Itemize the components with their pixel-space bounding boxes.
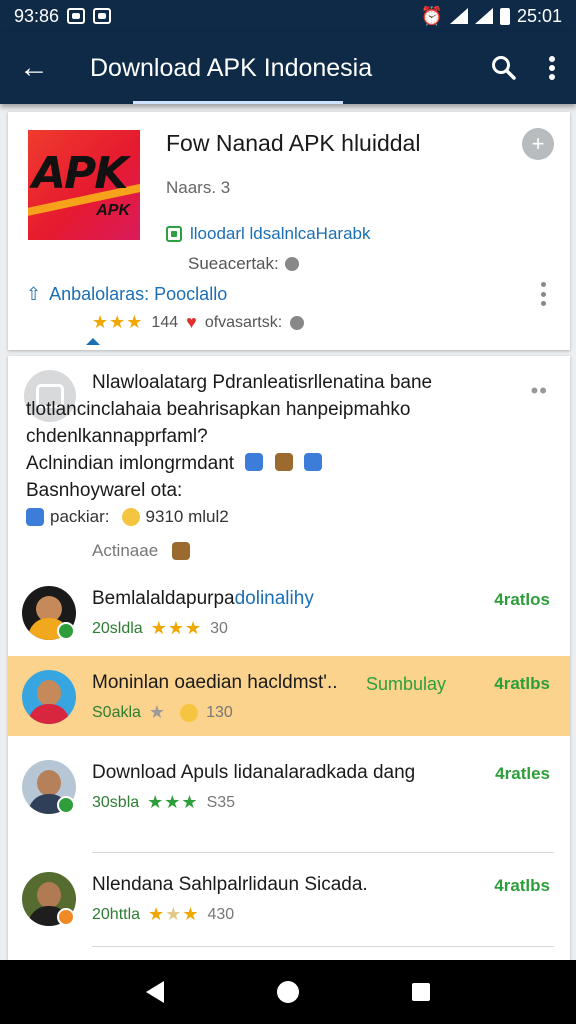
comments-card: •• Nlawloalatarg Pdranleatisrllenatina b… <box>8 356 570 960</box>
status-label: 4ratlbs <box>494 674 550 693</box>
list-item[interactable]: Bemlalaldapurpadolinalihy 20sldla ★★★ 30… <box>8 572 570 652</box>
alarm-icon: ⏰ <box>420 5 443 26</box>
more-vert-icon[interactable] <box>528 32 576 104</box>
list-item[interactable]: Download Apuls lidanalaradkada dang 30sb… <box>8 746 570 826</box>
app-subtitle: Sueacertak: <box>188 254 299 274</box>
smiley-icon <box>180 703 199 722</box>
check-icon <box>166 226 182 242</box>
status-label: 4ratles <box>495 764 550 783</box>
app-card: APK APK Fow Nanad APK hluiddal Naars. 3 … <box>8 112 570 350</box>
post-line-1: Nlawloalatarg Pdranleatisrllenatina bane <box>92 372 433 393</box>
star-icon: ★ <box>148 702 167 722</box>
emoji-icon <box>26 508 44 526</box>
add-favorite-button[interactable]: + <box>522 128 554 160</box>
page-title: Download APK Indonesia <box>90 53 373 82</box>
status-bar: 93:86 ⏰ 25:01 <box>0 0 576 32</box>
back-arrow-icon[interactable]: ← <box>0 32 68 104</box>
star-icon: ★★★ <box>150 618 203 638</box>
star-icon: ★★★ <box>147 792 199 812</box>
verified-link[interactable]: lloodarl ldsalnlcaHarabk <box>166 224 370 244</box>
category-link[interactable]: ⇧ Anbalolaras: Pooclallo <box>26 284 227 305</box>
app-rating: ★★★ 144 ♥ ofvasartsk: <box>92 312 305 333</box>
online-badge-icon <box>57 796 75 814</box>
battery-icon <box>499 7 510 25</box>
post-actions[interactable]: Actinaae <box>92 541 191 561</box>
card-pointer <box>86 338 100 345</box>
list-item-selected[interactable]: Moninlan oaedian hacldmst'.. Sumbulay S0… <box>8 656 570 736</box>
category-label: Anbalolaras: Pooclallo <box>49 284 228 304</box>
system-nav-bar <box>0 960 576 1024</box>
app-version: Naars. 3 <box>166 178 231 197</box>
nav-recents-icon[interactable] <box>411 983 430 1001</box>
smiley-icon <box>121 508 140 526</box>
rating-extra: ofvasartsk: <box>204 313 283 331</box>
post-line-4: Aclnindian imlongrmdant <box>26 453 322 475</box>
tab-indicator <box>133 101 343 104</box>
online-badge-icon <box>57 622 75 640</box>
nav-home-icon[interactable] <box>276 981 299 1003</box>
wifi-icon <box>449 8 468 24</box>
info-icon <box>284 257 299 271</box>
app-logo: APK APK <box>28 130 140 240</box>
share-icon: ⇧ <box>26 284 42 304</box>
more-horiz-icon[interactable]: •• <box>531 378 548 404</box>
divider <box>92 852 554 853</box>
avatar <box>22 670 76 724</box>
rating-count: 144 <box>151 313 179 331</box>
post-line-5: Basnhoywarel ota: <box>26 480 183 501</box>
verified-label: lloodarl ldsalnlcaHarabk <box>190 224 371 243</box>
notification-icon <box>67 8 86 24</box>
status-label: 4ratlos <box>494 590 550 609</box>
badge-icon <box>57 908 75 926</box>
info-icon <box>290 315 305 330</box>
status-label: 4ratlbs <box>494 876 550 895</box>
list-item[interactable]: Nlendana Sahlpalrlidaun Sicada. 20httla … <box>8 858 570 938</box>
signal-icon <box>474 8 493 24</box>
heart-icon[interactable]: ♥ <box>186 312 197 333</box>
nav-back-icon[interactable] <box>146 981 165 1003</box>
post-meta: packiar: 9310 mlul2 <box>26 507 229 527</box>
star-icon: ★★★ <box>92 312 144 332</box>
card-more-icon[interactable] <box>540 282 546 306</box>
app-bar: ← Download APK Indonesia <box>0 32 576 104</box>
post-line-3: chdenlkannapprfaml? <box>26 426 208 447</box>
search-icon[interactable] <box>480 32 528 104</box>
emoji-icon <box>274 453 293 471</box>
emoji-icon <box>303 453 322 471</box>
status-time-right: 25:01 <box>516 5 562 26</box>
app-title: Fow Nanad APK hluiddal <box>166 130 421 156</box>
emoji-icon <box>172 542 191 560</box>
tag-label: Sumbulay <box>366 674 447 694</box>
image-notification-icon <box>93 8 112 24</box>
emoji-icon <box>245 453 264 471</box>
star-icon: ★★★ <box>148 904 200 924</box>
post-line-2: tlotlancinclahaia beahrisapkan hanpeipma… <box>26 399 411 420</box>
divider <box>92 946 554 947</box>
status-time-left: 93:86 <box>14 5 60 26</box>
